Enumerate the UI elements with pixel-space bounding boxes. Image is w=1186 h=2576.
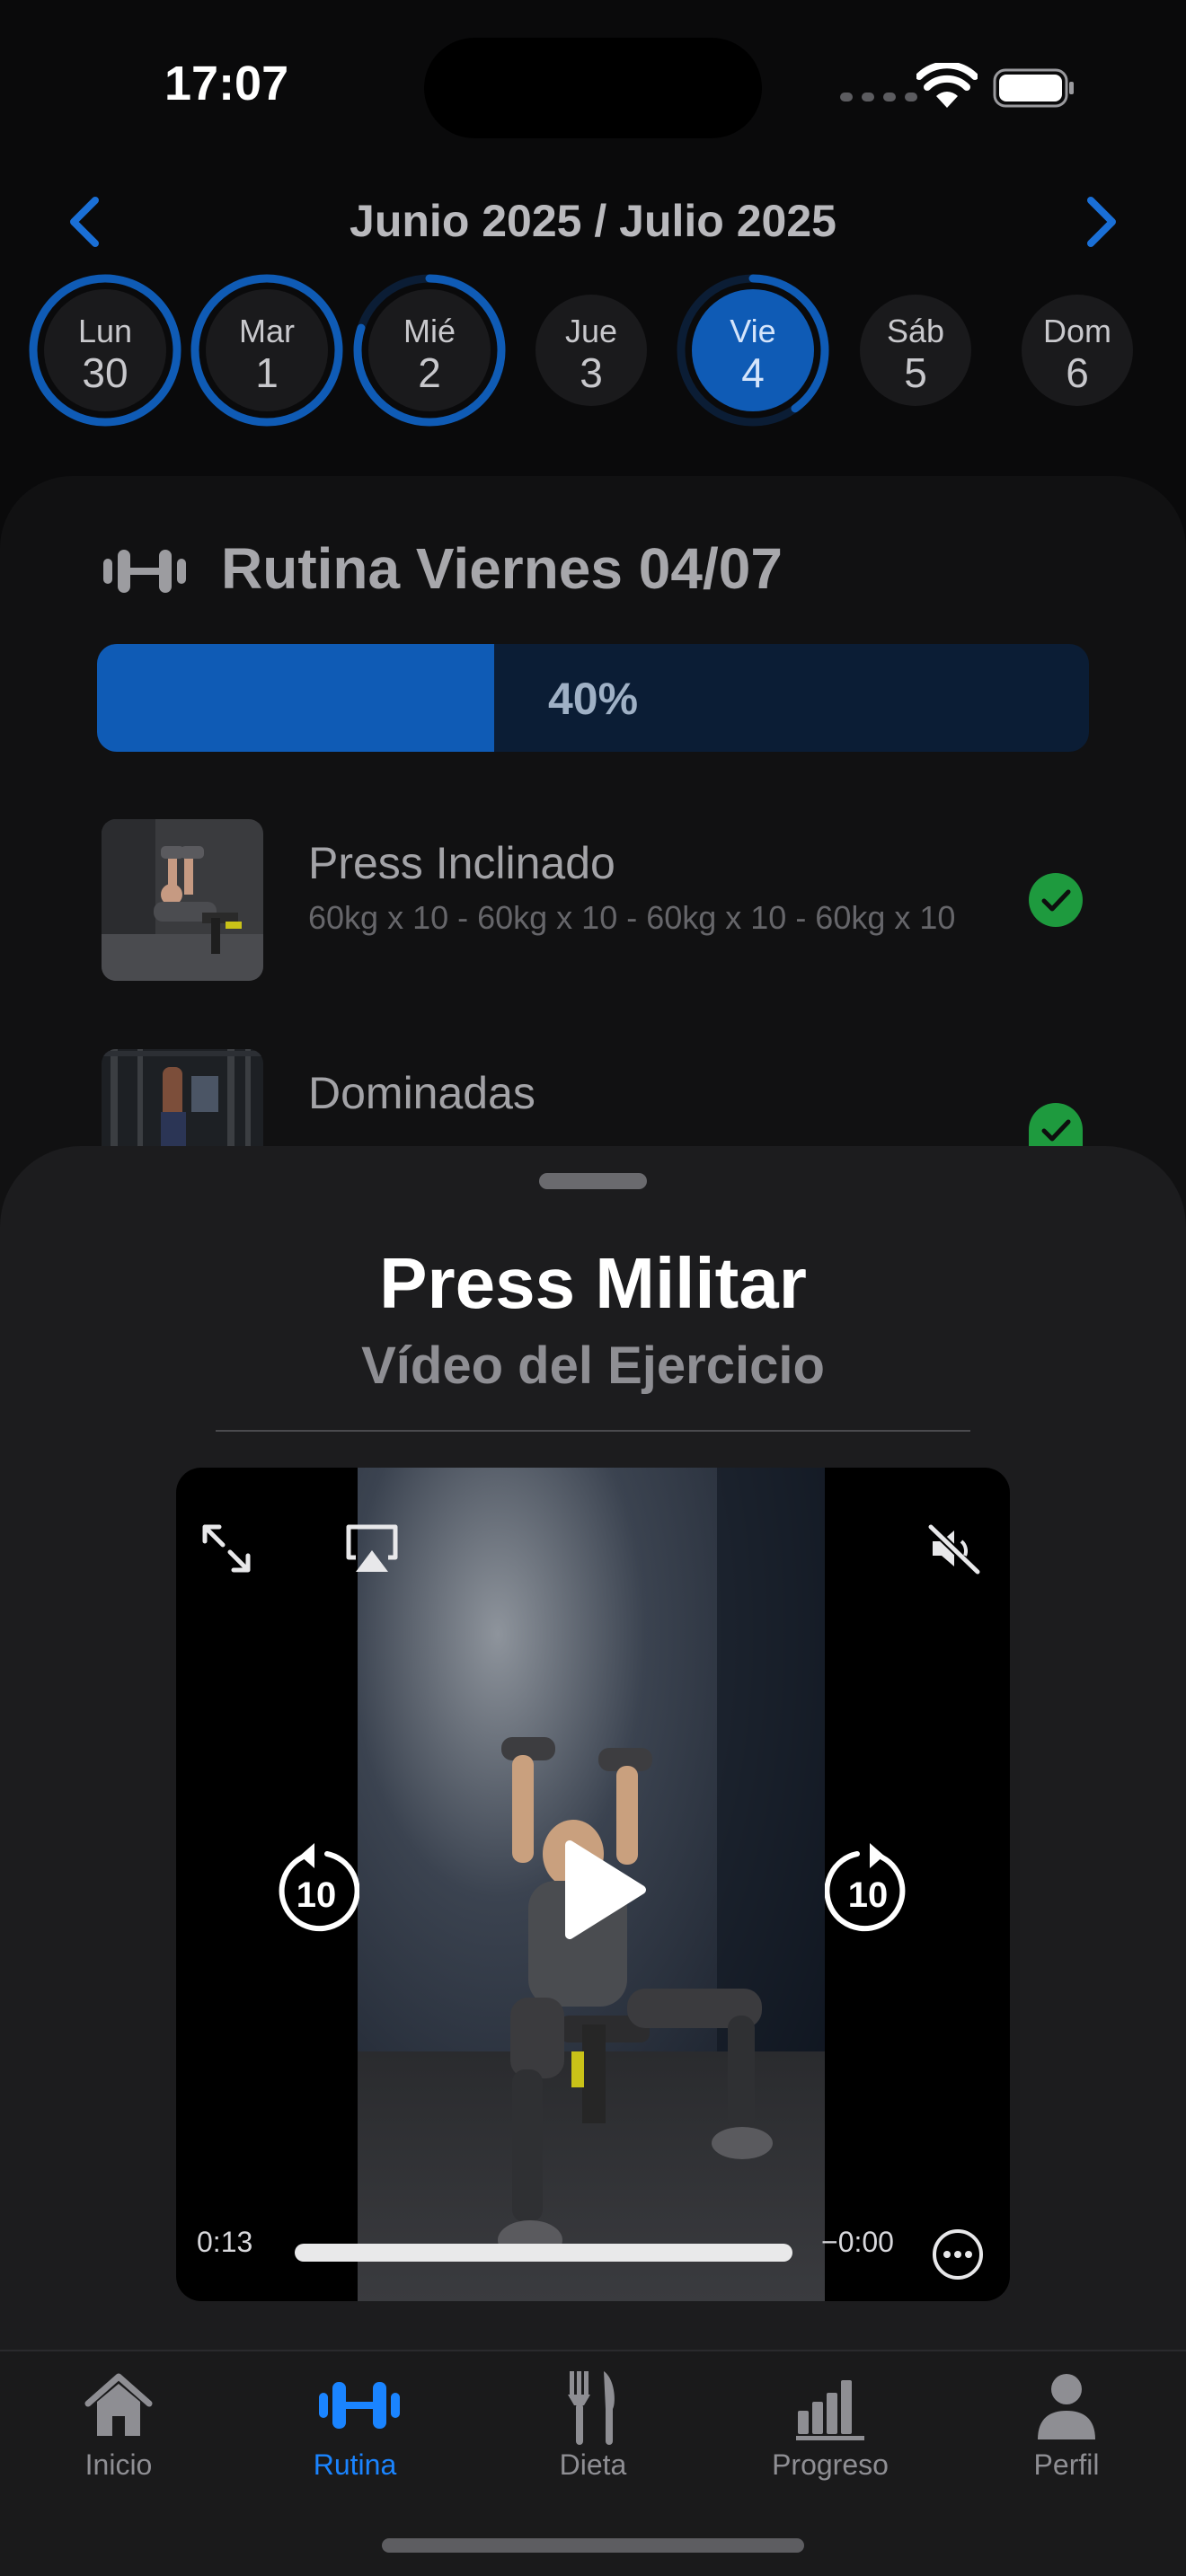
day-saturday[interactable]: Sáb 5 bbox=[836, 271, 995, 429]
exercise-thumbnail bbox=[102, 1049, 263, 1148]
day-label: Mié bbox=[403, 313, 456, 349]
day-number: 5 bbox=[904, 349, 927, 396]
home-icon bbox=[84, 2373, 153, 2436]
completed-check-icon bbox=[1029, 873, 1083, 927]
skip-back-button[interactable]: 10 bbox=[273, 1841, 360, 1935]
week-day-selector: Lun 30 Mar 1 Mié 2 Jue 3 Vie 4 Sáb 5 Dom… bbox=[0, 271, 1186, 429]
day-label: Lun bbox=[77, 313, 133, 349]
fork-knife-icon bbox=[568, 2371, 615, 2445]
tab-label: Rutina bbox=[313, 2448, 397, 2481]
day-tuesday[interactable]: Mar 1 bbox=[188, 271, 346, 429]
play-button[interactable] bbox=[552, 1836, 651, 1944]
more-options-icon[interactable] bbox=[931, 2228, 985, 2281]
day-number: 3 bbox=[580, 349, 603, 396]
playback-scrubber[interactable] bbox=[295, 2244, 792, 2262]
mute-icon[interactable] bbox=[925, 1522, 983, 1575]
exercise-name: Press Inclinado bbox=[308, 838, 615, 888]
day-label: Vie bbox=[730, 313, 776, 349]
person-icon bbox=[1038, 2374, 1095, 2439]
elapsed-time: 0:13 bbox=[197, 2226, 253, 2258]
cellular-signal-icon bbox=[840, 93, 917, 101]
sheet-subtitle: Vídeo del Ejercicio bbox=[361, 1337, 825, 1395]
day-number: 6 bbox=[1066, 349, 1089, 396]
day-number: 1 bbox=[255, 349, 279, 396]
battery-icon bbox=[993, 68, 1074, 108]
day-label: Dom bbox=[1042, 313, 1111, 349]
tab-inicio[interactable]: Inicio bbox=[15, 2362, 222, 2488]
day-friday[interactable]: Vie 4 bbox=[674, 271, 832, 429]
skip-forward-seconds: 10 bbox=[847, 1875, 889, 1915]
day-number: 30 bbox=[82, 349, 128, 396]
airplay-icon[interactable] bbox=[343, 1522, 401, 1575]
day-number: 4 bbox=[741, 349, 765, 396]
routine-progress-label: 40% bbox=[547, 674, 639, 724]
routine-progress-bar: 40% bbox=[97, 644, 1089, 752]
day-label: Sáb bbox=[886, 313, 945, 349]
tab-label: Dieta bbox=[559, 2448, 627, 2481]
day-sunday[interactable]: Dom 6 bbox=[998, 271, 1156, 429]
exercise-sets: 60kg x 10 - 60kg x 10 - 60kg x 10 - 60kg… bbox=[308, 899, 956, 936]
dumbbell-icon bbox=[103, 550, 186, 593]
day-thursday[interactable]: Jue 3 bbox=[512, 271, 670, 429]
bar-chart-icon bbox=[796, 2380, 864, 2440]
next-week-button[interactable] bbox=[1078, 193, 1123, 251]
sheet-grabber[interactable] bbox=[539, 1173, 647, 1189]
week-title: Junio 2025 / Julio 2025 bbox=[350, 196, 836, 246]
day-label: Jue bbox=[564, 313, 618, 349]
status-time: 17:07 bbox=[164, 57, 289, 110]
tab-label: Progreso bbox=[772, 2448, 889, 2481]
day-number: 2 bbox=[418, 349, 441, 396]
completed-check-icon bbox=[1029, 1103, 1083, 1148]
day-wednesday[interactable]: Mié 2 bbox=[350, 271, 509, 429]
tab-perfil[interactable]: Perfil bbox=[963, 2362, 1170, 2488]
routine-title: Rutina Viernes 04/07 bbox=[221, 536, 783, 601]
skip-back-seconds: 10 bbox=[296, 1875, 337, 1915]
video-player[interactable]: 10 10 0:13 −0:00 bbox=[176, 1468, 1010, 2301]
exercise-row[interactable]: Dominadas bbox=[102, 1049, 1090, 1148]
exercise-thumbnail bbox=[102, 819, 263, 981]
day-label: Mar bbox=[239, 313, 295, 349]
tab-progreso[interactable]: Progreso bbox=[727, 2362, 934, 2488]
fullscreen-icon[interactable] bbox=[199, 1522, 253, 1575]
remaining-time: −0:00 bbox=[821, 2226, 894, 2258]
tab-label: Perfil bbox=[1033, 2448, 1100, 2481]
tab-rutina[interactable]: Rutina bbox=[252, 2362, 458, 2488]
dumbbell-icon bbox=[319, 2382, 400, 2429]
wifi-icon bbox=[916, 63, 978, 108]
exercise-row[interactable]: Press Inclinado 60kg x 10 - 60kg x 10 - … bbox=[102, 819, 1090, 981]
sheet-title: Press Militar bbox=[379, 1243, 807, 1323]
tab-dieta[interactable]: Dieta bbox=[490, 2362, 696, 2488]
day-monday[interactable]: Lun 30 bbox=[26, 271, 184, 429]
skip-forward-button[interactable]: 10 bbox=[824, 1841, 911, 1935]
exercise-name: Dominadas bbox=[308, 1068, 535, 1118]
divider bbox=[216, 1430, 970, 1432]
dynamic-island bbox=[424, 38, 762, 138]
tab-label: Inicio bbox=[84, 2448, 153, 2481]
home-indicator bbox=[382, 2538, 804, 2553]
